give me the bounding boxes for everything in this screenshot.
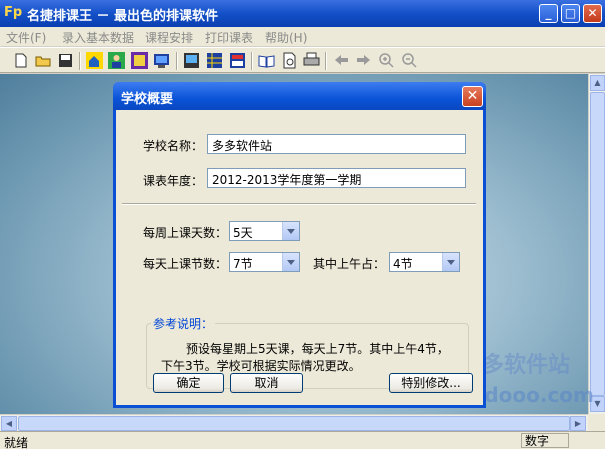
preview-icon[interactable]	[281, 52, 298, 69]
class-icon[interactable]	[131, 52, 148, 69]
scroll-right-icon[interactable]: ▶	[570, 416, 586, 431]
new-icon[interactable]	[12, 52, 29, 69]
morning-periods-value: 4节	[393, 257, 413, 271]
reference-note-title: 参考说明：	[151, 315, 216, 332]
days-per-week-select[interactable]: 5天	[229, 221, 300, 241]
days-per-week-label: 每周上课天数：	[143, 226, 228, 240]
ok-button[interactable]: 确定	[153, 373, 224, 393]
forward-icon[interactable]	[355, 52, 372, 69]
zoom-out-icon[interactable]	[401, 52, 418, 69]
dialog-titlebar: 学校概要 ✕	[113, 82, 486, 110]
year-label: 课表年度：	[143, 174, 204, 188]
menu-input-data[interactable]: 录入基本数据	[62, 29, 134, 46]
main-titlebar: Fp 名捷排课王 － 最出色的排课软件 _ □ ✕	[0, 0, 605, 27]
dialog-body: 学校名称： 多多软件站 课表年度： 2012-2013学年度第一学期 每周上课天…	[116, 110, 483, 405]
num-lock-indicator: 数字	[521, 433, 569, 448]
window-title: 名捷排课王 － 最出色的排课软件	[27, 9, 219, 24]
teacher-icon[interactable]	[108, 52, 125, 69]
table-icon[interactable]	[206, 52, 223, 69]
menubar: 文件(F) 录入基本数据 课程安排 打印课表 帮助(H)	[0, 27, 605, 46]
days-per-week-value: 5天	[233, 226, 253, 240]
school-name-label: 学校名称：	[143, 139, 204, 153]
scroll-left-icon[interactable]: ◀	[1, 416, 17, 431]
periods-per-day-value: 7节	[233, 257, 253, 271]
statusbar: 就绪 数字	[0, 431, 605, 449]
horizontal-scrollbar[interactable]: ◀ ▶	[0, 414, 588, 431]
menu-help[interactable]: 帮助(H)	[265, 29, 307, 46]
chevron-down-icon[interactable]	[282, 253, 299, 271]
room-icon[interactable]	[183, 52, 200, 69]
note-line-1: 预设每星期上5天课，每天上7节。其中上午4节，	[186, 342, 449, 356]
school-name-input[interactable]: 多多软件站	[207, 134, 466, 154]
special-modify-button[interactable]: 特别修改...	[389, 373, 473, 393]
status-text: 就绪	[4, 436, 29, 449]
menu-file[interactable]: 文件(F)	[6, 29, 46, 46]
toolbar-separator	[251, 52, 253, 70]
schedule-icon[interactable]	[229, 52, 246, 69]
menu-print-timetable[interactable]: 打印课表	[205, 29, 253, 46]
toolbar-separator	[176, 52, 178, 70]
home-icon[interactable]	[86, 52, 103, 69]
back-icon[interactable]	[333, 52, 350, 69]
morning-periods-select[interactable]: 4节	[389, 252, 460, 272]
menu-course-schedule[interactable]: 课程安排	[145, 29, 193, 46]
divider	[122, 203, 476, 205]
year-input[interactable]: 2012-2013学年度第一学期	[207, 168, 466, 188]
morning-periods-label: 其中上午占：	[313, 257, 386, 271]
open-icon[interactable]	[35, 52, 52, 69]
periods-per-day-label: 每天上课节数：	[143, 257, 228, 271]
toolbar-separator	[79, 52, 81, 70]
book-icon[interactable]	[258, 52, 275, 69]
dialog-title: 学校概要	[121, 92, 174, 107]
school-overview-dialog: 学校概要 ✕ 学校名称： 多多软件站 课表年度： 2012-2013学年度第一学…	[113, 82, 486, 408]
maximize-button[interactable]: □	[561, 4, 580, 23]
watermark-url: ddooo.com	[470, 383, 594, 407]
horizontal-scroll-thumb[interactable]	[18, 416, 570, 431]
zoom-in-icon[interactable]	[378, 52, 395, 69]
save-icon[interactable]	[57, 52, 74, 69]
scroll-up-icon[interactable]: ▲	[590, 75, 605, 91]
note-line-2: 下午3节。学校可根据实际情况更改。	[161, 359, 361, 373]
close-button[interactable]: ✕	[583, 4, 602, 23]
app-icon: Fp	[4, 5, 23, 20]
toolbar-separator	[325, 52, 327, 70]
chevron-down-icon[interactable]	[442, 253, 459, 271]
periods-per-day-select[interactable]: 7节	[229, 252, 300, 272]
toolbar	[0, 47, 605, 73]
cancel-button[interactable]: 取消	[230, 373, 303, 393]
chevron-down-icon[interactable]	[282, 222, 299, 240]
course-icon[interactable]	[153, 52, 170, 69]
print-icon[interactable]	[303, 52, 320, 69]
scroll-corner	[588, 414, 605, 431]
minimize-button[interactable]: _	[539, 4, 558, 23]
dialog-close-button[interactable]: ✕	[462, 86, 483, 107]
